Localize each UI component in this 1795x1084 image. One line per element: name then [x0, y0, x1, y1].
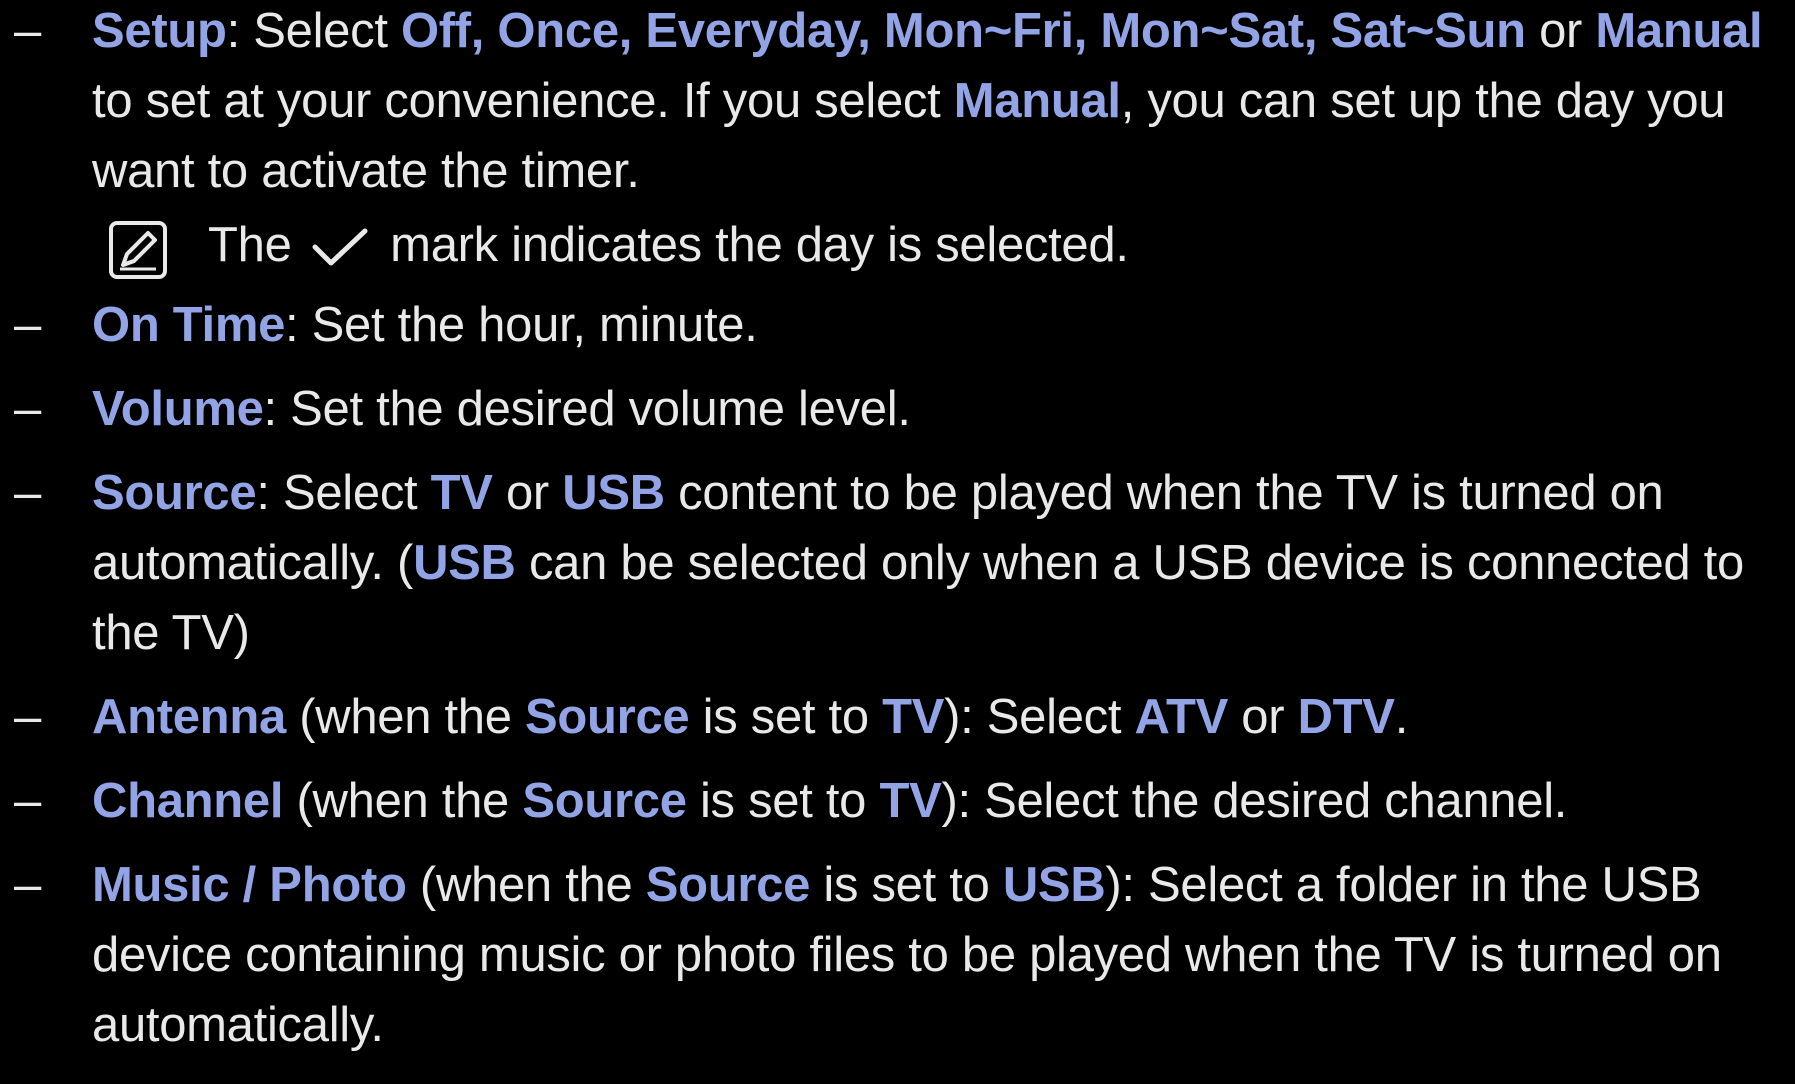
term-volume: Volume	[92, 382, 264, 436]
source-option-usb: USB	[562, 466, 665, 520]
list-item-antenna: – Antenna (when the Source is set to TV)…	[0, 682, 1792, 752]
item-text: or	[1227, 690, 1298, 744]
term-setup: Setup	[92, 4, 227, 58]
term-on-time: On Time	[92, 298, 286, 352]
item-text: ): Select the desired channel.	[941, 774, 1568, 828]
item-text: ): Select	[944, 690, 1135, 744]
list-item-on-time: – On Time: Set the hour, minute.	[0, 290, 1792, 360]
item-text: (when the	[285, 690, 526, 744]
check-mark-icon	[312, 228, 368, 266]
dash-bullet: –	[14, 466, 41, 520]
list-item-setup: – Setup: Select Off, Once, Everyday, Mon…	[0, 0, 1792, 206]
ref-usb: USB	[1002, 858, 1106, 912]
ref-source: Source	[645, 858, 811, 912]
setup-option-manual: Manual	[953, 74, 1121, 128]
ref-tv: TV	[879, 774, 942, 828]
antenna-option-dtv: DTV	[1297, 690, 1395, 744]
source-option-usb: USB	[413, 536, 516, 590]
dash-bullet: –	[14, 298, 41, 352]
term-source: Source	[92, 466, 257, 520]
item-text: : Select	[226, 4, 401, 58]
dash-bullet: –	[14, 774, 41, 828]
source-option-tv: TV	[430, 466, 493, 520]
item-text: (when the	[283, 774, 523, 828]
dash-bullet: –	[14, 858, 41, 912]
note-pencil-icon	[109, 221, 167, 279]
note-line: The mark indicates the day is selected.	[0, 206, 1795, 284]
list-item-channel: – Channel (when the Source is set to TV)…	[0, 766, 1792, 836]
setup-option-manual: Manual	[1595, 4, 1763, 58]
dash-bullet: –	[14, 690, 41, 744]
item-text: or	[1525, 4, 1596, 58]
item-text: is set to	[686, 774, 880, 828]
item-text: .	[1394, 690, 1409, 744]
term-music-photo: Music / Photo	[92, 858, 407, 912]
item-text: : Set the desired volume level.	[263, 382, 911, 436]
list-item-music-photo: – Music / Photo (when the Source is set …	[0, 850, 1792, 1060]
item-text: : Set the hour, minute.	[285, 298, 758, 352]
antenna-option-atv: ATV	[1134, 690, 1229, 744]
dash-bullet: –	[14, 4, 41, 58]
ref-source: Source	[525, 690, 690, 744]
item-text: : Select	[256, 466, 431, 520]
term-antenna: Antenna	[92, 690, 286, 744]
note-text: mark indicates the day is selected.	[376, 218, 1129, 272]
item-text: to set at your convenience. If you selec…	[92, 74, 954, 128]
note-text: The	[208, 218, 305, 272]
item-text: is set to	[810, 858, 1003, 912]
dash-bullet: –	[14, 382, 41, 436]
list-item-volume: – Volume: Set the desired volume level.	[0, 374, 1792, 444]
term-channel: Channel	[92, 774, 284, 828]
settings-description-list: – Setup: Select Off, Once, Everyday, Mon…	[0, 0, 1795, 1060]
ref-tv: TV	[882, 690, 945, 744]
list-item-source: – Source: Select TV or USB content to be…	[0, 458, 1792, 668]
item-text: (when the	[406, 858, 646, 912]
item-text: or	[492, 466, 563, 520]
setup-options: Off, Once, Everyday, Mon~Fri, Mon~Sat, S…	[400, 4, 1526, 58]
ref-source: Source	[522, 774, 687, 828]
item-text: is set to	[689, 690, 883, 744]
